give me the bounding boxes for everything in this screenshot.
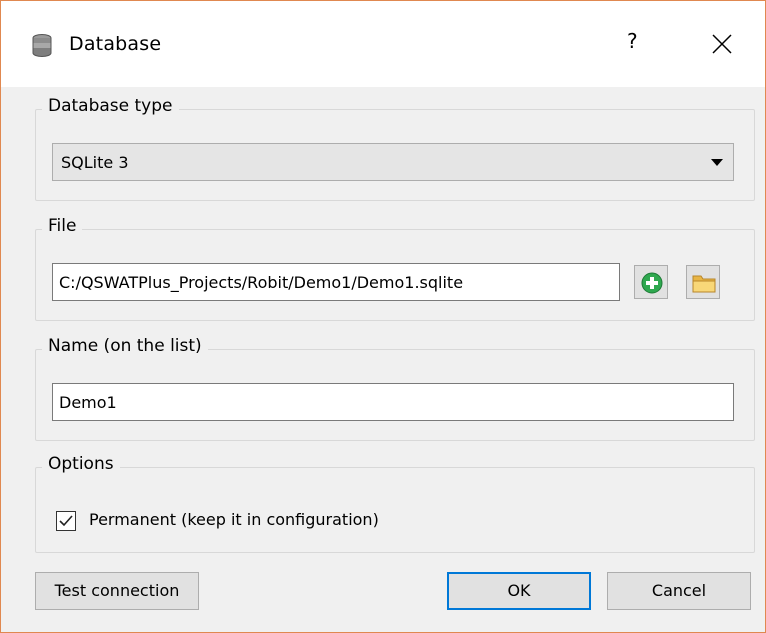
- permanent-checkbox[interactable]: [56, 511, 76, 531]
- chevron-down-icon: [711, 159, 723, 166]
- help-button[interactable]: ?: [627, 29, 638, 53]
- title-bar: Database ?: [1, 1, 765, 87]
- browse-file-button[interactable]: [686, 265, 720, 299]
- file-group: File C:/QSWATPlus_Projects/Robit/Demo1/D…: [35, 216, 755, 321]
- folder-icon: [692, 275, 716, 293]
- file-path-value: C:/QSWATPlus_Projects/Robit/Demo1/Demo1.…: [59, 273, 464, 292]
- close-icon: [712, 34, 732, 54]
- cancel-button[interactable]: Cancel: [607, 572, 751, 610]
- ok-button[interactable]: OK: [447, 572, 591, 610]
- database-type-group: Database type SQLite 3: [35, 96, 755, 201]
- test-connection-button[interactable]: Test connection: [35, 572, 199, 610]
- file-legend: File: [42, 216, 83, 236]
- database-icon: [31, 33, 53, 59]
- options-group: Options Permanent (keep it in configurat…: [35, 454, 755, 553]
- file-path-field[interactable]: C:/QSWATPlus_Projects/Robit/Demo1/Demo1.…: [52, 263, 620, 301]
- name-legend: Name (on the list): [42, 336, 208, 356]
- database-dialog: Database ? Database type SQLite 3 File C…: [0, 0, 766, 633]
- name-group: Name (on the list) Demo1: [35, 336, 755, 441]
- name-value: Demo1: [59, 393, 117, 412]
- new-database-button[interactable]: [634, 265, 668, 299]
- database-type-legend: Database type: [42, 96, 179, 116]
- add-icon: [641, 272, 663, 294]
- checkmark-icon: [59, 515, 73, 527]
- permanent-label: Permanent (keep it in configuration): [89, 510, 379, 529]
- database-type-select[interactable]: SQLite 3: [52, 143, 734, 181]
- dialog-title: Database: [69, 33, 162, 55]
- database-type-value: SQLite 3: [61, 153, 129, 172]
- name-field[interactable]: Demo1: [52, 383, 734, 421]
- options-legend: Options: [42, 454, 120, 474]
- close-button[interactable]: [703, 25, 741, 63]
